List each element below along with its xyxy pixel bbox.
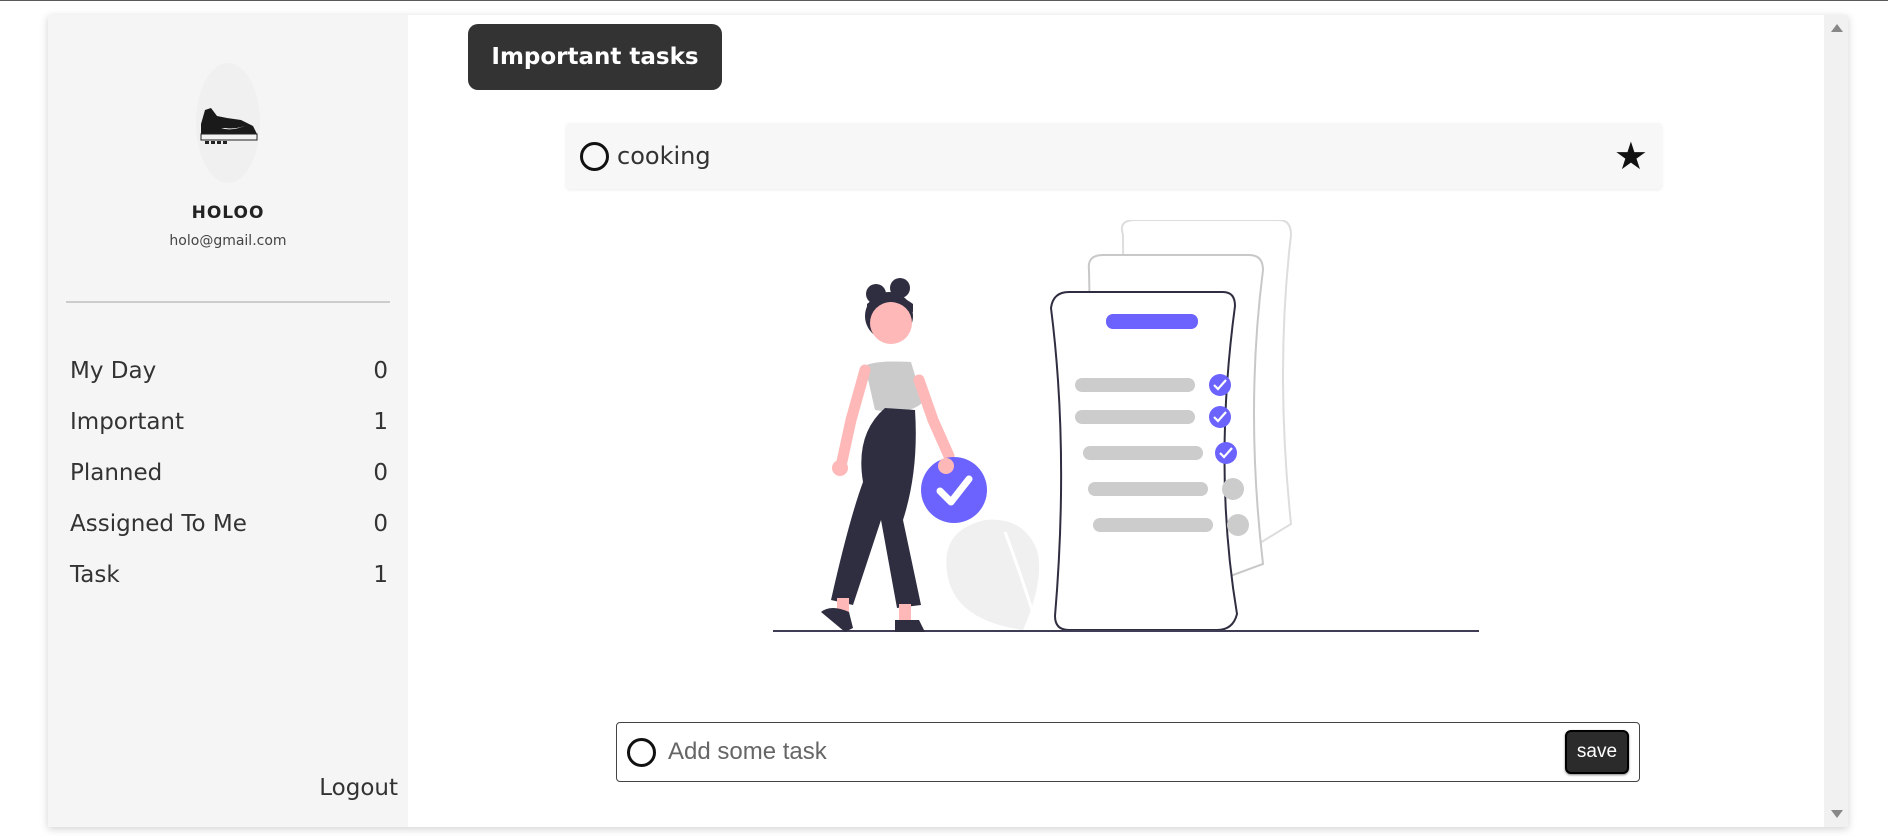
- avatar[interactable]: [196, 63, 260, 183]
- add-task-input[interactable]: [668, 732, 1565, 772]
- page-title: Important tasks: [468, 24, 722, 90]
- sidebar-item-label: Important: [70, 408, 185, 435]
- sidebar-item-task[interactable]: Task 1: [70, 549, 388, 600]
- scrollbar[interactable]: [1824, 15, 1848, 827]
- sidebar-item-count: 0: [373, 459, 388, 486]
- add-task-circle-icon: [627, 737, 656, 767]
- sidebar: HOLOO holo@gmail.com My Day 0 Important …: [48, 15, 408, 827]
- user-email: holo@gmail.com: [169, 233, 287, 249]
- sidebar-item-label: My Day: [70, 357, 157, 384]
- sidebar-item-count: 0: [373, 357, 388, 384]
- star-icon[interactable]: ★: [1614, 137, 1648, 175]
- sidebar-item-count: 0: [373, 510, 388, 537]
- sidebar-item-assigned-to-me[interactable]: Assigned To Me 0: [70, 498, 388, 549]
- sidebar-nav: My Day 0 Important 1 Planned 0 Assigned …: [70, 345, 388, 600]
- tasks-illustration: [773, 220, 1479, 632]
- save-button[interactable]: save: [1565, 730, 1629, 774]
- main-panel: Important tasks cooking ★ Add some task …: [408, 15, 1824, 827]
- task-complete-toggle[interactable]: [580, 141, 609, 171]
- add-task-bar: save: [616, 722, 1640, 782]
- user-name: HOLOO: [191, 203, 265, 223]
- scroll-down-arrow-icon[interactable]: [1831, 810, 1843, 818]
- task-item[interactable]: cooking ★: [566, 123, 1662, 189]
- scroll-up-arrow-icon[interactable]: [1831, 24, 1843, 32]
- sneaker-icon: [200, 108, 258, 144]
- sidebar-item-planned[interactable]: Planned 0: [70, 447, 388, 498]
- sidebar-item-important[interactable]: Important 1: [70, 396, 388, 447]
- sidebar-item-my-day[interactable]: My Day 0: [70, 345, 388, 396]
- task-text: cooking: [617, 142, 711, 170]
- sidebar-item-label: Task: [70, 561, 120, 588]
- sidebar-item-count: 1: [373, 408, 388, 435]
- sidebar-item-count: 1: [373, 561, 388, 588]
- sidebar-item-label: Assigned To Me: [70, 510, 247, 537]
- logout-button[interactable]: Logout: [319, 775, 398, 801]
- sidebar-item-label: Planned: [70, 459, 163, 486]
- sidebar-divider: [66, 301, 390, 303]
- app-window: HOLOO holo@gmail.com My Day 0 Important …: [48, 15, 1848, 827]
- window-top-border: [0, 0, 1888, 1]
